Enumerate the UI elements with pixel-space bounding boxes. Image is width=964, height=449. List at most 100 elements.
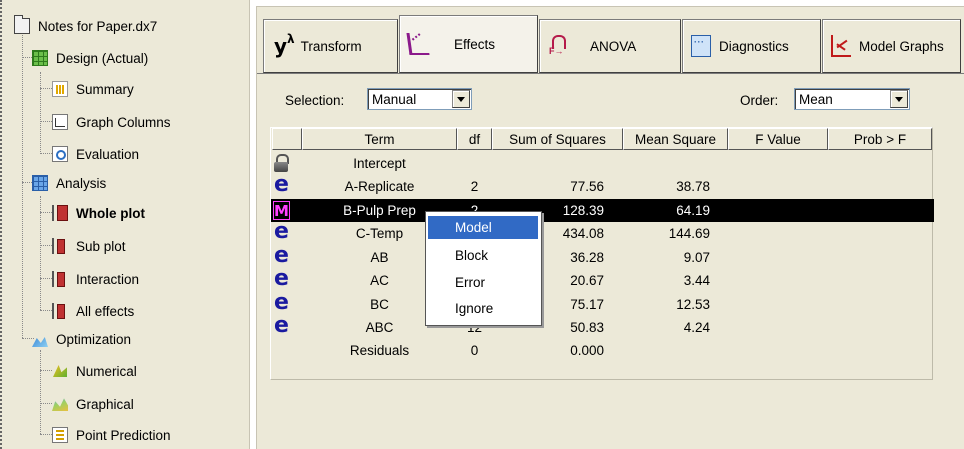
- tree-item-graphical[interactable]: Graphical: [52, 392, 134, 416]
- tree-item-interaction[interactable]: Interaction: [52, 267, 139, 291]
- ms-cell: 4.24: [683, 320, 710, 335]
- optimization-icon: [32, 331, 48, 347]
- grid-header-f-value[interactable]: F Value: [728, 128, 828, 150]
- error-term-icon[interactable]: e: [273, 268, 290, 290]
- tree-item-label: Optimization: [56, 331, 132, 347]
- diagnostics-icon: [691, 35, 711, 57]
- tree-item-summary[interactable]: Summary: [52, 77, 134, 101]
- ms-cell: 9.07: [683, 250, 710, 265]
- tab-label: Transform: [300, 38, 362, 54]
- analysis-grid-icon: [32, 175, 48, 191]
- table-row[interactable]: e A-Replicate 2 77.56 38.78: [271, 174, 934, 198]
- menu-item-block[interactable]: Block: [428, 244, 538, 267]
- model-graphs-icon: [831, 35, 851, 57]
- term-cell: Intercept: [353, 156, 406, 171]
- model-term-icon[interactable]: M: [273, 201, 290, 220]
- tab-divider: [257, 73, 964, 74]
- menu-item-model[interactable]: Model: [428, 216, 538, 239]
- grid-header-mean-square[interactable]: Mean Square: [623, 128, 728, 150]
- tab-diagnostics[interactable]: Diagnostics: [682, 19, 821, 73]
- tree-item-label: Analysis: [56, 175, 107, 191]
- tree-connector: [40, 88, 52, 89]
- table-row-residuals[interactable]: Residuals 0 0.000: [271, 339, 934, 362]
- tree-item-label: Design (Actual): [56, 50, 149, 66]
- navigation-tree: Notes for Paper.dx7 Design (Actual) Summ…: [0, 0, 250, 449]
- table-row[interactable]: e AC 6 20.67 3.44: [271, 268, 934, 292]
- error-term-icon[interactable]: e: [273, 315, 290, 337]
- tree-connector: [40, 310, 52, 311]
- design-grid-icon: [32, 50, 48, 66]
- grid-header-sum-of-squares[interactable]: Sum of Squares: [492, 128, 623, 150]
- tab-effects[interactable]: Effects: [399, 15, 538, 73]
- term-cell: A-Replicate: [344, 179, 415, 194]
- menu-item-ignore[interactable]: Ignore: [428, 297, 538, 320]
- tree-connector: [40, 121, 52, 122]
- tree-item-design[interactable]: Design (Actual): [32, 46, 148, 70]
- tree-item-analysis[interactable]: Analysis: [32, 171, 106, 195]
- tree-item-numerical[interactable]: Numerical: [52, 359, 137, 383]
- tree-item-all-effects[interactable]: All effects: [52, 299, 134, 323]
- ms-cell: [623, 152, 710, 175]
- tree-connector: [22, 22, 23, 338]
- chevron-down-icon[interactable]: [890, 90, 908, 108]
- menu-item-error[interactable]: Error: [428, 271, 538, 294]
- evaluation-icon: [52, 146, 68, 162]
- term-cell: Residuals: [349, 343, 410, 358]
- error-term-icon[interactable]: e: [273, 221, 290, 243]
- error-term-icon[interactable]: e: [273, 174, 290, 196]
- tab-model-graphs[interactable]: Model Graphs: [822, 19, 961, 73]
- table-row[interactable]: e C-Temp 3 434.08 144.69: [271, 221, 934, 245]
- tree-connector: [40, 350, 41, 434]
- tree-item-whole-plot[interactable]: Whole plot: [52, 201, 145, 225]
- ss-cell: [492, 152, 604, 175]
- chevron-down-icon[interactable]: [452, 90, 470, 108]
- lock-icon[interactable]: [273, 154, 290, 173]
- sub-plot-icon: [52, 238, 68, 254]
- df-cell: 2: [470, 179, 479, 194]
- tree-item-label: Point Prediction: [76, 427, 171, 443]
- tree-connector: [40, 370, 52, 371]
- tab-anova[interactable]: ANOVA: [539, 19, 681, 73]
- ss-cell: 77.56: [570, 179, 604, 194]
- ms-cell: 64.19: [676, 203, 710, 218]
- table-row-selected[interactable]: M B-Pulp Prep 2 128.39 64.19: [271, 199, 934, 222]
- tab-label: Diagnostics: [719, 38, 789, 54]
- tree-item-evaluation[interactable]: Evaluation: [52, 142, 139, 166]
- effects-icon: [406, 33, 430, 55]
- error-term-icon[interactable]: e: [273, 245, 290, 267]
- table-row[interactable]: e AB 4 36.28 9.07: [271, 245, 934, 269]
- tab-transform[interactable]: yλ Transform: [263, 19, 398, 73]
- tree-item-sub-plot[interactable]: Sub plot: [52, 234, 126, 258]
- order-value: Mean: [799, 91, 833, 107]
- tree-connector: [40, 212, 52, 213]
- summary-icon: [52, 81, 68, 97]
- ss-cell: 0.000: [570, 343, 604, 358]
- tree-connector: [40, 196, 41, 310]
- anova-icon: [548, 35, 568, 57]
- order-label: Order:: [740, 93, 779, 108]
- tree-item-notes[interactable]: Notes for Paper.dx7: [14, 14, 157, 38]
- graphical-icon: [52, 396, 68, 412]
- error-term-icon[interactable]: e: [273, 292, 290, 314]
- table-row[interactable]: e BC 6 75.17 12.53: [271, 292, 934, 316]
- table-row[interactable]: e ABC 12 50.83 4.24: [271, 315, 934, 339]
- order-dropdown[interactable]: Mean: [794, 88, 910, 110]
- whole-plot-icon: [52, 205, 68, 221]
- grid-header-df[interactable]: df: [457, 128, 492, 150]
- tree-item-point-prediction[interactable]: Point Prediction: [52, 423, 171, 447]
- tree-item-label: Graph Columns: [76, 114, 171, 130]
- table-row[interactable]: Intercept: [271, 152, 934, 175]
- grid-header-prob-f[interactable]: Prob > F: [828, 128, 932, 150]
- df-cell: 0: [470, 343, 479, 358]
- selection-label: Selection:: [285, 93, 345, 108]
- selection-value: Manual: [372, 91, 417, 107]
- selection-dropdown[interactable]: Manual: [367, 88, 472, 110]
- tree-item-graph-columns[interactable]: Graph Columns: [52, 110, 171, 134]
- grid-header-term[interactable]: Term: [302, 128, 457, 150]
- transform-icon: yλ: [274, 32, 295, 58]
- df-cell: [457, 152, 492, 175]
- tree-connector: [40, 278, 52, 279]
- effects-grid: Term df Sum of Squares Mean Square F Val…: [270, 127, 934, 380]
- tab-label: Model Graphs: [859, 38, 944, 54]
- tree-item-optimization[interactable]: Optimization: [32, 327, 131, 351]
